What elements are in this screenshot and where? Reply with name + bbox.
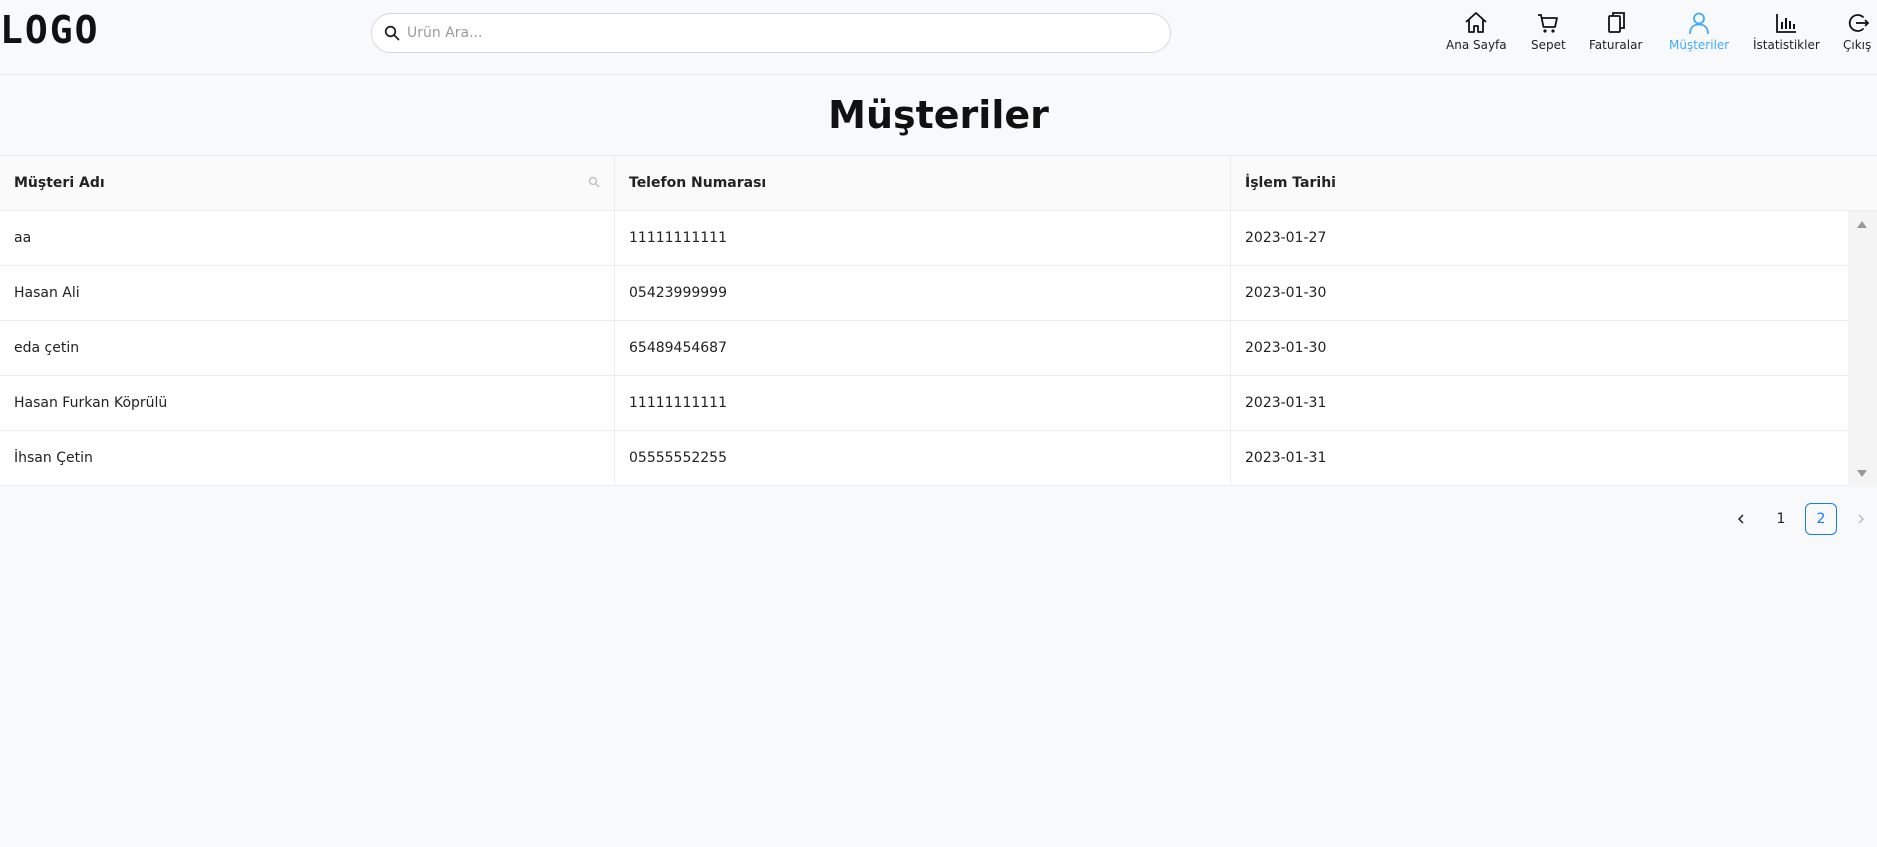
user-icon	[1689, 12, 1710, 35]
nav-cart[interactable]: Sepet	[1531, 10, 1566, 56]
table-row[interactable]: Hasan Ali 05423999999 2023-01-30	[0, 266, 1877, 321]
chevron-right-icon	[1858, 514, 1865, 524]
column-header-phone: Telefon Numarası	[615, 156, 1231, 210]
nav-invoices-label: Faturalar	[1589, 38, 1643, 52]
nav-statistics[interactable]: İstatistikler	[1753, 10, 1820, 56]
nav-logout-label: Çıkış	[1843, 38, 1872, 52]
nav-cart-label: Sepet	[1531, 38, 1566, 52]
table-row[interactable]: Hasan Furkan Köprülü 11111111111 2023-01…	[0, 376, 1877, 431]
next-page-button[interactable]	[1845, 503, 1877, 535]
cell-date: 2023-01-31	[1245, 450, 1327, 466]
search-input[interactable]	[407, 25, 1170, 41]
cell-name: İhsan Çetin	[0, 431, 615, 485]
page-button-2[interactable]: 2	[1805, 503, 1837, 535]
cell-phone: 11111111111	[615, 376, 1231, 430]
prev-page-button[interactable]	[1725, 503, 1757, 535]
nav-home[interactable]: Ana Sayfa	[1446, 10, 1507, 56]
nav-statistics-label: İstatistikler	[1753, 38, 1820, 52]
invoices-icon	[1607, 12, 1625, 33]
table-row[interactable]: aa 11111111111 2023-01-27	[0, 211, 1877, 266]
search-bar[interactable]	[371, 13, 1171, 53]
nav-invoices[interactable]: Faturalar	[1589, 10, 1642, 56]
cell-name: aa	[0, 211, 615, 265]
table-body: aa 11111111111 2023-01-27 Hasan Ali 0542…	[0, 211, 1877, 486]
cell-name: Hasan Furkan Köprülü	[0, 376, 615, 430]
column-header-label: İşlem Tarihi	[1245, 175, 1336, 191]
cell-date: 2023-01-27	[1245, 230, 1327, 246]
column-header-date: İşlem Tarihi	[1231, 156, 1847, 210]
table-row[interactable]: eda çetin 65489454687 2023-01-30	[0, 321, 1877, 376]
table-header: Müşteri Adı Telefon Numarası İşlem Tarih…	[0, 155, 1877, 211]
column-header-name: Müşteri Adı	[0, 156, 615, 210]
pagination: 1 2	[1717, 503, 1877, 535]
cell-date: 2023-01-30	[1245, 285, 1327, 301]
column-search-icon[interactable]	[588, 176, 600, 188]
cell-name: eda çetin	[0, 321, 615, 375]
chevron-left-icon	[1737, 514, 1744, 524]
column-header-label: Telefon Numarası	[629, 175, 767, 191]
cell-phone: 11111111111	[615, 211, 1231, 265]
page-button-1[interactable]: 1	[1765, 503, 1797, 535]
search-icon	[384, 25, 400, 41]
cell-phone: 05423999999	[615, 266, 1231, 320]
header: LOGO Ana Sayfa Sepet Faturalar	[0, 0, 1877, 75]
bar-chart-icon	[1776, 14, 1797, 33]
nav-customers-label: Müşteriler	[1669, 38, 1730, 52]
cell-phone: 05555552255	[615, 431, 1231, 485]
column-header-label: Müşteri Adı	[14, 175, 105, 191]
nav-logout[interactable]: Çıkış	[1843, 10, 1871, 56]
scroll-up-icon[interactable]	[1857, 221, 1867, 228]
table-row[interactable]: İhsan Çetin 05555552255 2023-01-31	[0, 431, 1877, 486]
page-title: Müşteriler	[828, 93, 1049, 137]
cell-name: Hasan Ali	[0, 266, 615, 320]
cell-date: 2023-01-30	[1245, 340, 1327, 356]
cart-icon	[1538, 14, 1559, 33]
table-scrollbar[interactable]	[1848, 211, 1877, 487]
logout-icon	[1848, 14, 1870, 32]
scroll-down-icon[interactable]	[1857, 470, 1867, 477]
home-icon	[1465, 12, 1487, 33]
nav-home-label: Ana Sayfa	[1446, 38, 1507, 52]
cell-date: 2023-01-31	[1245, 395, 1327, 411]
customers-table: Müşteri Adı Telefon Numarası İşlem Tarih…	[0, 155, 1877, 487]
logo[interactable]: LOGO	[0, 8, 100, 52]
nav-customers[interactable]: Müşteriler	[1669, 10, 1729, 56]
cell-phone: 65489454687	[615, 321, 1231, 375]
